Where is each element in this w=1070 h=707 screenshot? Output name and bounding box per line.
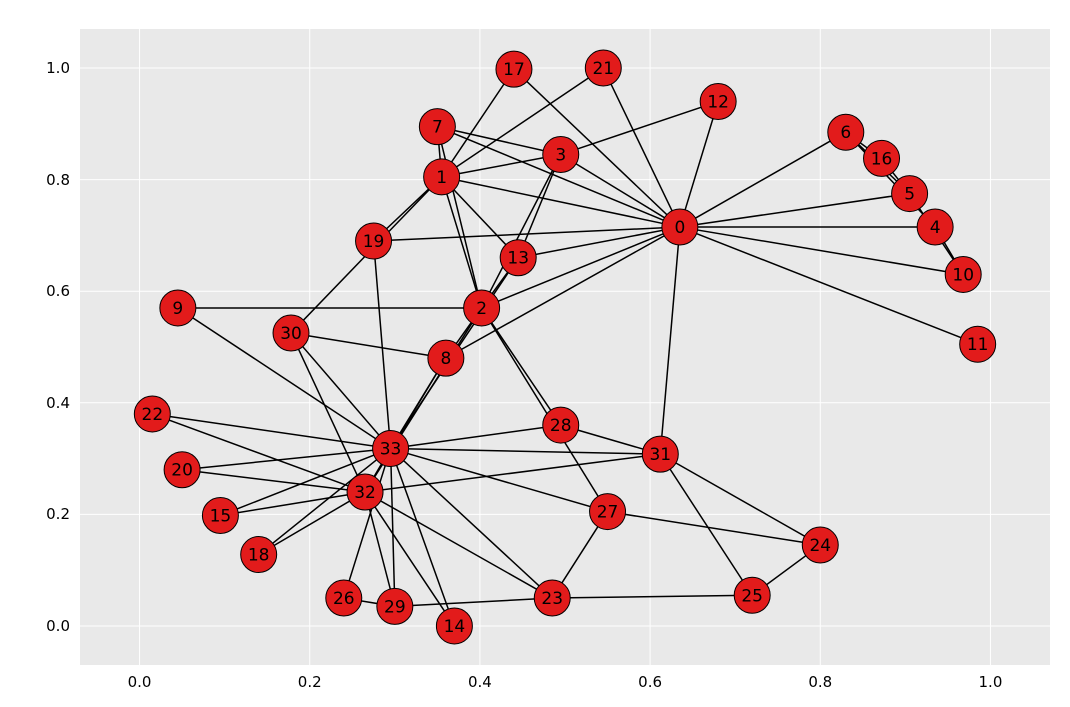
edge (660, 227, 680, 454)
node (273, 315, 309, 351)
node (585, 50, 621, 86)
edge (608, 512, 821, 545)
node (662, 209, 698, 245)
x-tick-label: 0.4 (468, 673, 492, 691)
edge (482, 308, 561, 425)
node (356, 223, 392, 259)
node (419, 109, 455, 145)
edge (680, 194, 910, 227)
node (642, 436, 678, 472)
node (496, 51, 532, 87)
y-tick-label: 1.0 (46, 59, 70, 77)
edge (365, 454, 660, 492)
node (373, 431, 409, 467)
node (700, 84, 736, 120)
node (500, 240, 536, 276)
edge (391, 425, 561, 448)
node (347, 474, 383, 510)
edge (344, 449, 391, 599)
node (543, 137, 579, 173)
edge (395, 598, 552, 606)
node (543, 407, 579, 443)
edge (660, 454, 820, 545)
node (428, 340, 464, 376)
node (436, 608, 472, 644)
node (734, 577, 770, 613)
edge (552, 595, 752, 598)
node (828, 114, 864, 150)
node (377, 588, 413, 624)
node (464, 290, 500, 326)
edge (291, 333, 446, 358)
y-tick-label: 0.2 (46, 505, 70, 523)
node (164, 452, 200, 488)
node (534, 580, 570, 616)
node (960, 326, 996, 362)
edge (660, 454, 752, 595)
y-tick-label: 0.6 (46, 282, 70, 300)
edge (514, 69, 680, 227)
edge (374, 241, 391, 449)
x-tick-label: 0.8 (808, 673, 832, 691)
edge (291, 333, 391, 448)
node (892, 176, 928, 212)
edge (442, 177, 680, 227)
plot-svg: 0123456789101112131415161718192021222324… (80, 29, 1050, 665)
node (134, 396, 170, 432)
edge (182, 449, 390, 470)
node (241, 537, 277, 573)
x-tick-label: 1.0 (979, 673, 1003, 691)
node (864, 140, 900, 176)
node (160, 290, 196, 326)
node (917, 209, 953, 245)
edge (391, 449, 661, 455)
y-tick-label: 0.4 (46, 394, 70, 412)
node (202, 497, 238, 533)
edge (220, 492, 365, 515)
node (590, 494, 626, 530)
y-tick-label: 0.0 (46, 617, 70, 635)
edge (518, 227, 680, 258)
x-tick-label: 0.0 (128, 673, 152, 691)
node (802, 527, 838, 563)
x-tick-label: 0.2 (298, 673, 322, 691)
y-tick-label: 0.8 (46, 171, 70, 189)
edge (152, 414, 390, 449)
node (424, 159, 460, 195)
node (945, 256, 981, 292)
figure: 0123456789101112131415161718192021222324… (0, 0, 1070, 707)
x-tick-label: 0.6 (638, 673, 662, 691)
edge (182, 470, 365, 492)
edge (442, 177, 482, 308)
edge (437, 127, 560, 155)
edge (391, 449, 395, 607)
node (326, 580, 362, 616)
edge (561, 102, 718, 155)
